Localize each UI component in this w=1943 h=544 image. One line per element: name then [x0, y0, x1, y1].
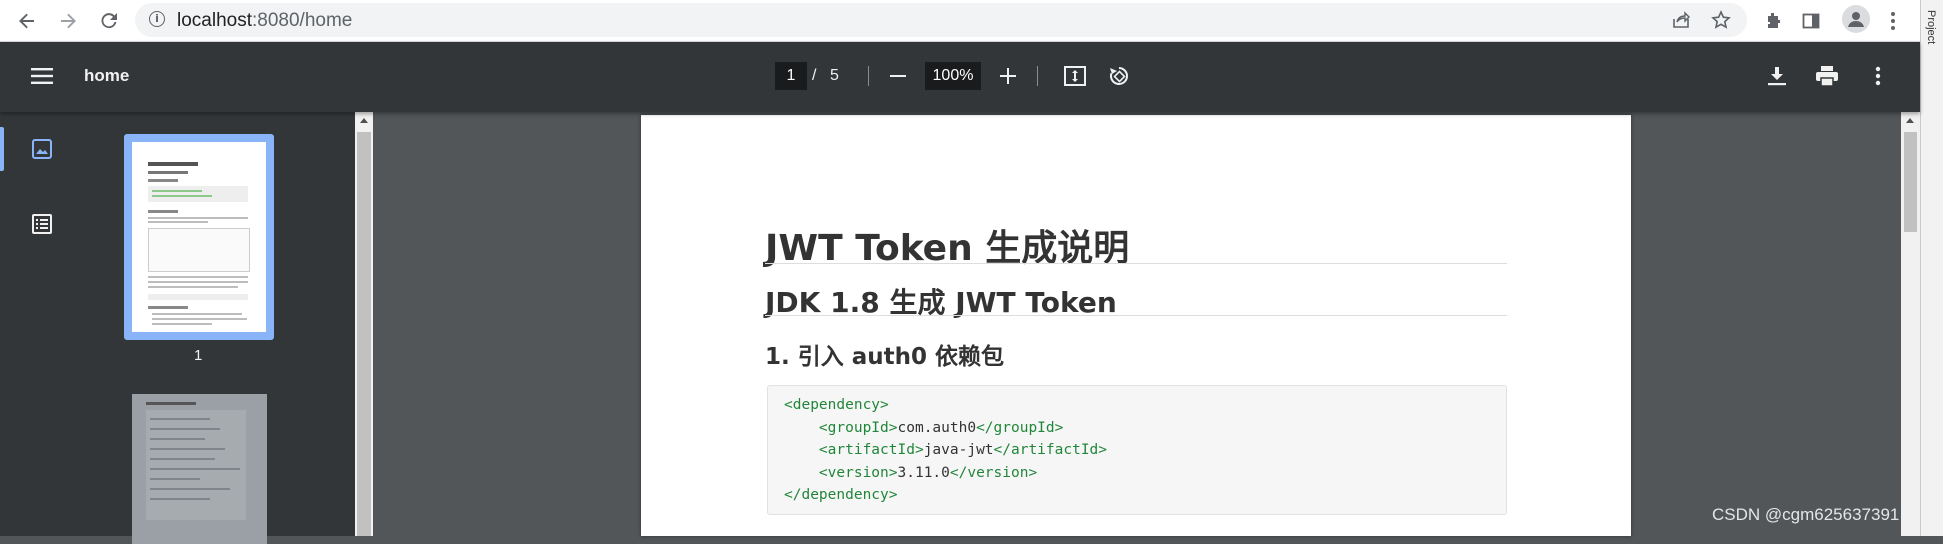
- page-number-input[interactable]: 1: [775, 62, 807, 90]
- thumbnail-page-label: 1: [194, 347, 203, 364]
- page-thumbnail-2[interactable]: [132, 394, 267, 544]
- more-options-icon[interactable]: [1866, 63, 1890, 89]
- url-path: :8080/home: [252, 10, 353, 31]
- share-icon[interactable]: [1670, 9, 1692, 31]
- sidebar-rail: [0, 112, 85, 536]
- document-title: home: [84, 66, 130, 85]
- extensions-puzzle-icon[interactable]: [1760, 8, 1786, 34]
- active-indicator: [0, 127, 4, 171]
- browser-chrome: i localhost:8080/home: [0, 0, 1943, 42]
- code-line: <version>3.11.0</version>: [818, 464, 1038, 481]
- thumbnail-page-preview: [132, 142, 266, 332]
- heading-underline: [765, 315, 1507, 316]
- scroll-up-arrow-icon[interactable]: [1906, 118, 1914, 123]
- rotate-icon[interactable]: [1106, 63, 1132, 89]
- zoom-in-icon[interactable]: [996, 64, 1020, 88]
- address-bar[interactable]: i localhost:8080/home: [135, 3, 1747, 37]
- scrollbar-thumb[interactable]: [1904, 132, 1917, 232]
- thumbnail-sidebar: 1: [0, 112, 355, 544]
- toolbar-divider: [868, 66, 869, 86]
- scrollbar-thumb[interactable]: [357, 132, 371, 536]
- browser-menu-icon[interactable]: [1880, 8, 1906, 34]
- ide-side-strip: Project: [1920, 0, 1943, 536]
- heading-underline: [765, 263, 1507, 264]
- reload-icon[interactable]: [94, 6, 124, 36]
- toolbar-divider: [1037, 66, 1038, 86]
- pdf-toolbar: home 1 / 5 100%: [0, 42, 1920, 112]
- side-panel-icon[interactable]: [1798, 8, 1824, 34]
- scroll-up-arrow-icon[interactable]: [360, 118, 368, 123]
- pdf-page: JWT Token 生成说明 JDK 1.8 生成 JWT Token 1. 引…: [641, 115, 1631, 536]
- code-line: </dependency>: [784, 487, 898, 503]
- back-arrow-icon[interactable]: [12, 6, 42, 36]
- watermark: CSDN @cgm625637391: [1712, 505, 1900, 524]
- code-block: <dependency> <groupId>com.auth0</groupId…: [767, 385, 1507, 515]
- download-icon[interactable]: [1765, 63, 1789, 89]
- url-host: localhost: [177, 10, 252, 31]
- page-thumbnail-1[interactable]: [124, 134, 274, 340]
- star-icon[interactable]: [1710, 9, 1732, 31]
- document-heading-3: 1. 引入 auth0 依赖包: [765, 344, 1005, 370]
- forward-arrow-icon[interactable]: [53, 6, 83, 36]
- page-separator: /: [812, 67, 817, 84]
- sidebar-scrollbar[interactable]: [355, 112, 373, 536]
- url-text[interactable]: localhost:8080/home: [177, 10, 352, 32]
- code-line: <artifactId>java-jwt</artifactId>: [818, 442, 1108, 458]
- zoom-level-input[interactable]: 100%: [925, 62, 981, 90]
- thumbnail-view-icon[interactable]: [30, 137, 54, 161]
- profile-avatar-icon[interactable]: [1842, 5, 1870, 33]
- outline-view-icon[interactable]: [30, 212, 54, 236]
- zoom-out-icon[interactable]: [886, 64, 910, 88]
- code-line: <groupId>com.auth0</groupId>: [818, 419, 1064, 436]
- menu-hamburger-icon[interactable]: [28, 64, 56, 88]
- code-line: <dependency>: [784, 397, 889, 413]
- viewer-scrollbar[interactable]: [1901, 112, 1920, 536]
- project-tab[interactable]: Project: [1925, 10, 1937, 44]
- fit-page-icon[interactable]: [1062, 63, 1088, 89]
- info-icon[interactable]: i: [149, 11, 165, 27]
- print-icon[interactable]: [1814, 63, 1840, 89]
- page-total: 5: [830, 67, 839, 84]
